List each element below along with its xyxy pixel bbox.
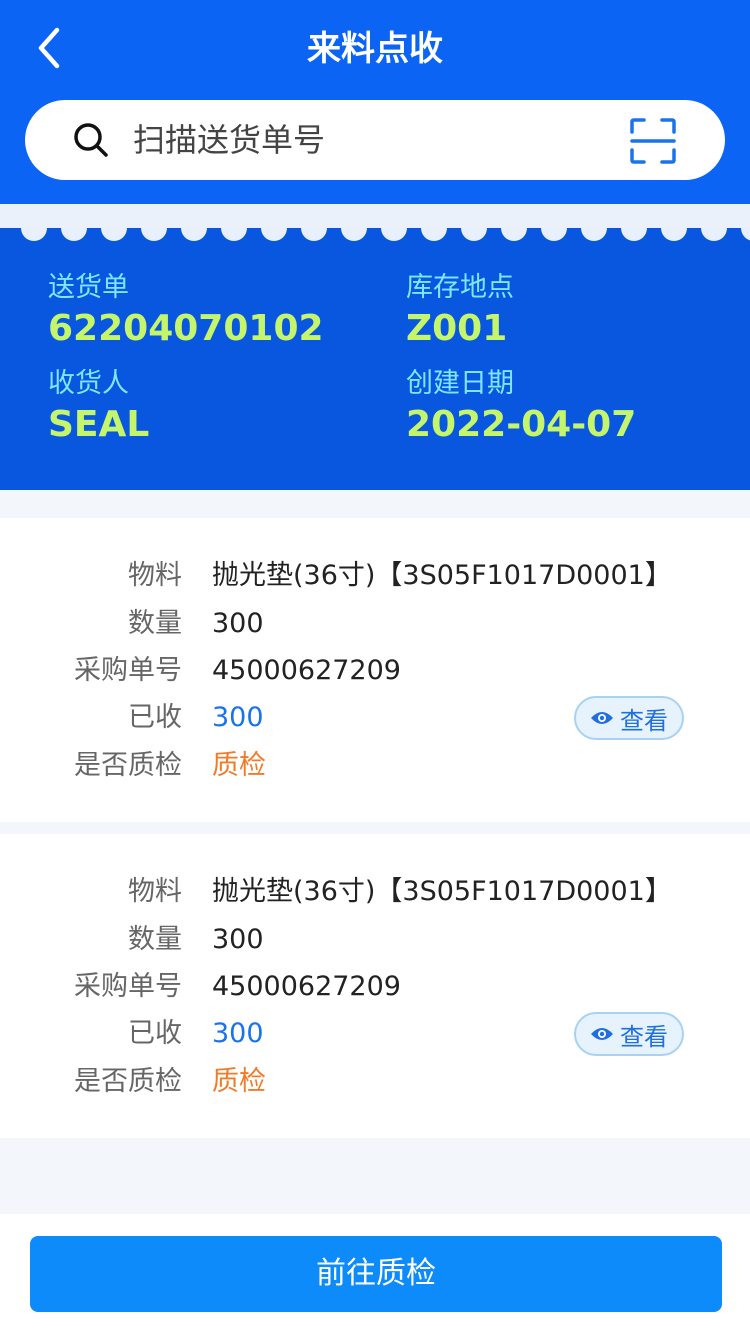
scallop-dot <box>61 228 87 241</box>
view-button-label: 查看 <box>620 1022 668 1051</box>
footer-bar: 前往质检 <box>0 1214 750 1334</box>
eye-icon <box>591 1028 613 1040</box>
search-bar <box>25 100 725 180</box>
scallop-dot <box>661 228 687 241</box>
date-label: 创建日期 <box>406 368 514 399</box>
po-row: 采购单号 45000627209 <box>0 649 750 693</box>
delivery-no-field: 送货单 62204070102 <box>48 270 324 352</box>
receiver-value: SEAL <box>48 404 150 445</box>
received-label: 已收 <box>128 702 182 733</box>
scallop-dot <box>381 228 407 241</box>
go-to-qc-button[interactable]: 前往质检 <box>30 1236 722 1312</box>
quantity-value: 300 <box>212 608 264 639</box>
qc-label: 是否质检 <box>74 1066 182 1097</box>
quantity-row: 数量 300 <box>0 602 750 646</box>
scallop-dot <box>341 228 367 241</box>
receiver-label: 收货人 <box>48 368 129 399</box>
scallop-dot <box>101 228 127 241</box>
app-header: 来料点收 <box>0 0 750 204</box>
scallop-dot <box>621 228 647 241</box>
page-title: 来料点收 <box>307 29 443 69</box>
delivery-no-label: 送货单 <box>48 272 129 303</box>
material-value: 抛光垫(36寸)【3S05F1017D0001】 <box>212 876 672 907</box>
scan-icon[interactable] <box>628 116 678 166</box>
location-field: 库存地点 Z001 <box>406 270 514 352</box>
qc-label: 是否质检 <box>74 750 182 781</box>
material-label: 物料 <box>128 876 182 907</box>
material-label: 物料 <box>128 560 182 591</box>
received-value: 300 <box>212 702 264 733</box>
search-icon <box>74 123 108 157</box>
location-label: 库存地点 <box>406 272 514 303</box>
scallop-dot <box>421 228 447 241</box>
quantity-row: 数量 300 <box>0 918 750 962</box>
scallop-dot <box>701 228 727 241</box>
scallop-dot <box>141 228 167 241</box>
po-label: 采购单号 <box>74 971 182 1002</box>
eye-icon <box>591 712 613 724</box>
qc-row: 是否质检 质检 <box>0 1060 750 1104</box>
scallop-dot <box>181 228 207 241</box>
scallop-dot <box>741 228 750 241</box>
po-value: 45000627209 <box>212 971 401 1002</box>
received-label: 已收 <box>128 1018 182 1049</box>
po-value: 45000627209 <box>212 655 401 686</box>
scallop-dot <box>461 228 487 241</box>
scallop-dot <box>261 228 287 241</box>
quantity-value: 300 <box>212 924 264 955</box>
scallop-dot <box>21 228 47 241</box>
scallop-dot <box>541 228 567 241</box>
material-row: 物料 抛光垫(36寸)【3S05F1017D0001】 <box>0 554 750 598</box>
search-input[interactable] <box>133 116 613 164</box>
material-value: 抛光垫(36寸)【3S05F1017D0001】 <box>212 560 672 591</box>
receiver-field: 收货人 SEAL <box>48 366 149 448</box>
card-scallop-edge <box>0 228 750 242</box>
view-button[interactable]: 查看 <box>574 696 684 740</box>
quantity-label: 数量 <box>128 924 182 955</box>
po-row: 采购单号 45000627209 <box>0 965 750 1009</box>
location-value: Z001 <box>406 308 508 349</box>
scallop-dot <box>301 228 327 241</box>
po-label: 采购单号 <box>74 655 182 686</box>
delivery-no-value: 62204070102 <box>48 308 324 349</box>
date-value: 2022-04-07 <box>406 404 637 445</box>
card-top-strip <box>0 204 750 228</box>
qc-value: 质检 <box>212 1066 266 1097</box>
scallop-dot <box>221 228 247 241</box>
qc-value: 质检 <box>212 750 266 781</box>
delivery-info-card: 送货单 62204070102 库存地点 Z001 收货人 SEAL 创建日期 … <box>0 228 750 490</box>
qc-row: 是否质检 质检 <box>0 744 750 788</box>
quantity-label: 数量 <box>128 608 182 639</box>
scallop-dot <box>581 228 607 241</box>
material-item-card: 物料 抛光垫(36寸)【3S05F1017D0001】 数量 300 采购单号 … <box>0 518 750 822</box>
received-value: 300 <box>212 1018 264 1049</box>
material-item-card: 物料 抛光垫(36寸)【3S05F1017D0001】 数量 300 采购单号 … <box>0 834 750 1138</box>
date-field: 创建日期 2022-04-07 <box>406 366 636 448</box>
view-button[interactable]: 查看 <box>574 1012 684 1056</box>
material-row: 物料 抛光垫(36寸)【3S05F1017D0001】 <box>0 870 750 914</box>
scallop-dot <box>501 228 527 241</box>
view-button-label: 查看 <box>620 706 668 735</box>
